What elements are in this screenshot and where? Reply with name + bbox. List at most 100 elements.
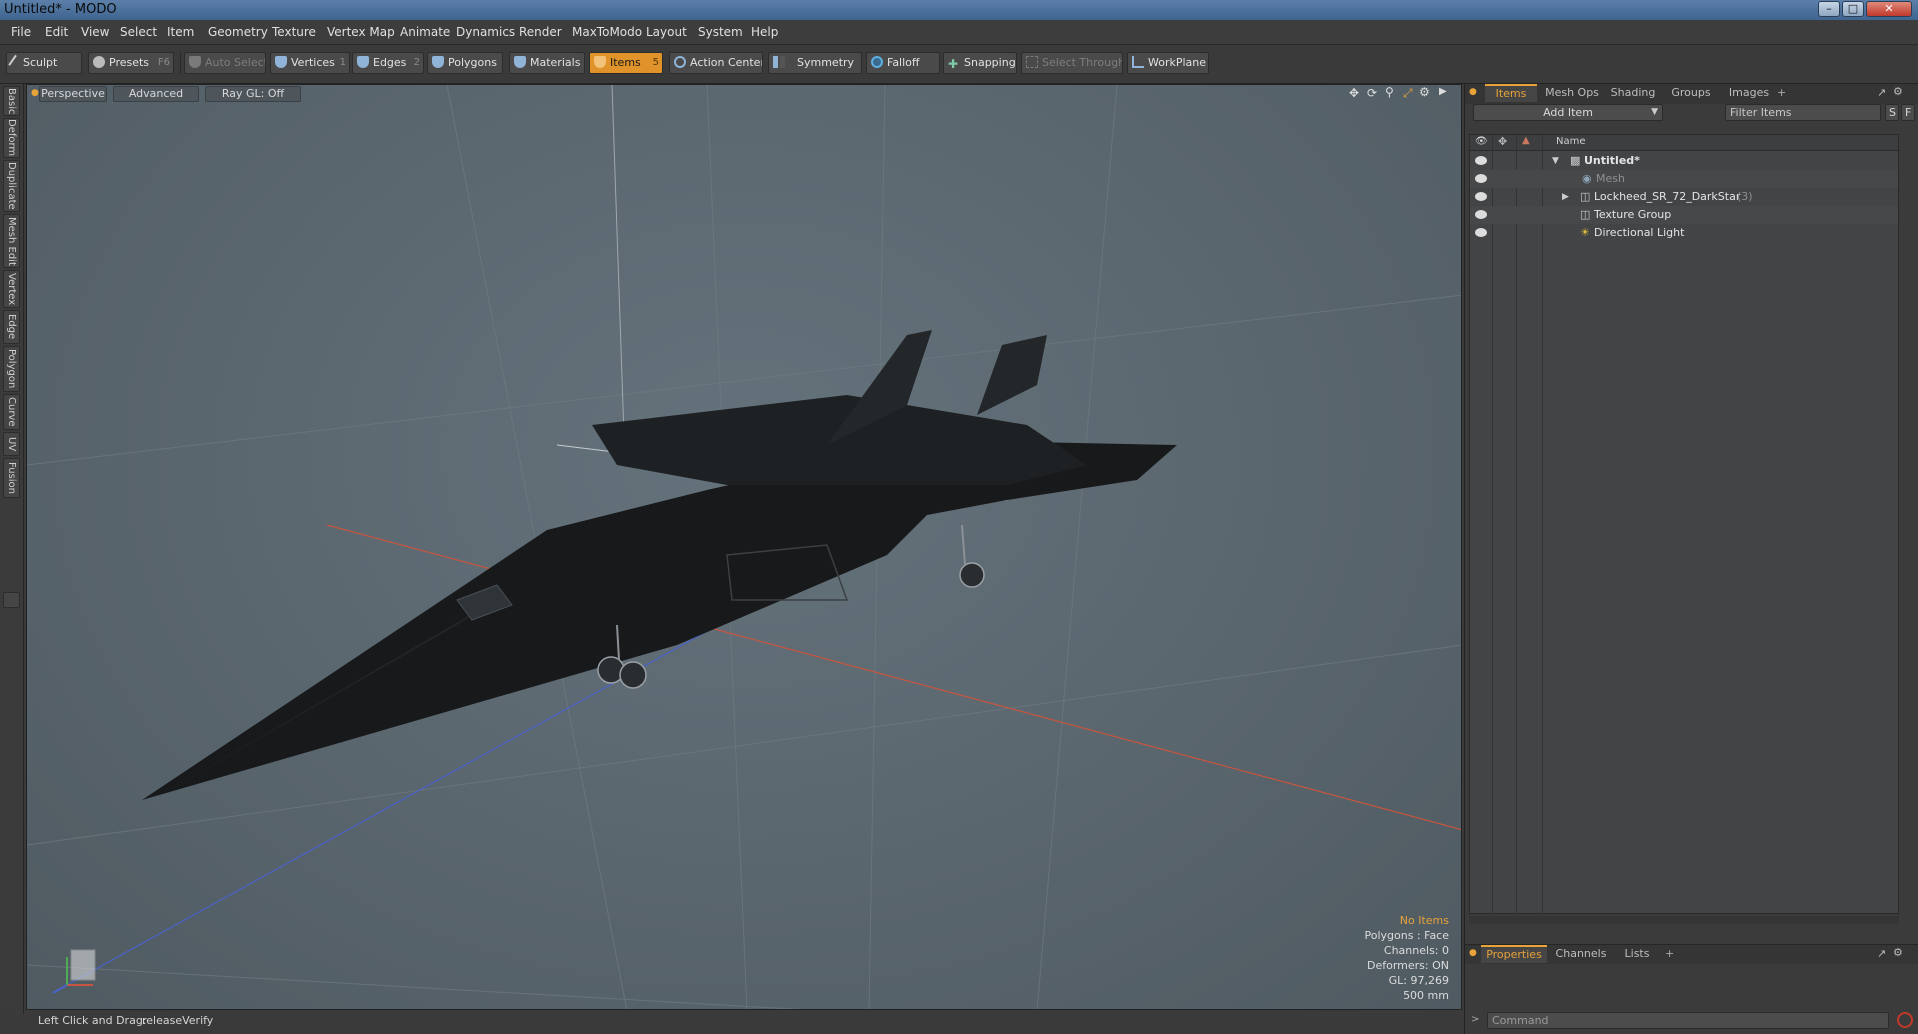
panel-gear-icon[interactable]: ⚙ <box>1893 946 1903 959</box>
f-toggle-button[interactable]: F <box>1901 104 1915 121</box>
popout-icon[interactable]: ↗ <box>1877 947 1886 960</box>
3d-viewport[interactable]: ● Perspective Advanced Ray GL: Off ✥ ⟳ ⚲… <box>26 84 1462 1010</box>
properties-menu-icon[interactable]: ● <box>1469 948 1477 958</box>
pan-icon[interactable]: ✥ <box>1349 86 1359 100</box>
tab-mesh-edit[interactable]: Mesh Edit <box>3 214 20 268</box>
add-tab-icon[interactable]: + <box>1665 947 1674 960</box>
select-through-button[interactable]: Select Through <box>1021 52 1123 74</box>
menu-layout[interactable]: Layout <box>646 25 687 39</box>
menu-file[interactable]: File <box>11 25 31 39</box>
tree-row-locator[interactable]: ▶ ◫ Lockheed_SR_72_DarkStar (3) <box>1470 188 1898 206</box>
tab-deform[interactable]: Deform <box>3 118 20 158</box>
zoom-icon[interactable]: ⚲ <box>1385 85 1394 99</box>
filter-items-input[interactable]: Filter Items <box>1725 104 1881 121</box>
menu-select[interactable]: Select <box>120 25 157 39</box>
edges-button[interactable]: Edges 2 <box>352 52 424 74</box>
panel-gear-icon[interactable]: ⚙ <box>1893 85 1903 98</box>
popout-icon[interactable]: ↗ <box>1877 86 1886 99</box>
add-item-dropdown[interactable]: Add Item ▼ <box>1473 104 1663 121</box>
presets-button[interactable]: Presets F6 <box>88 52 174 74</box>
gear-icon[interactable]: ⚙ <box>1419 85 1430 99</box>
tab-uv[interactable]: UV <box>3 432 20 456</box>
menu-geometry[interactable]: Geometry <box>208 25 268 39</box>
rotate-icon[interactable]: ⟳ <box>1367 86 1377 100</box>
tab-duplicate[interactable]: Duplicate <box>3 160 20 212</box>
list-scrollbar[interactable] <box>1469 916 1899 924</box>
tab-fusion[interactable]: Fusion <box>3 458 20 498</box>
falloff-button[interactable]: Falloff <box>866 52 940 74</box>
light-label: Directional Light <box>1594 226 1685 239</box>
workplane-button[interactable]: WorkPlane <box>1127 52 1209 74</box>
tab-curve[interactable]: Curve <box>3 394 20 430</box>
fit-icon[interactable]: ⤢ <box>1403 86 1413 101</box>
record-icon[interactable] <box>1897 1012 1913 1028</box>
tab-vertex[interactable]: Vertex <box>3 270 20 308</box>
symmetry-button[interactable]: Symmetry <box>768 52 862 74</box>
menu-help[interactable]: Help <box>751 25 778 39</box>
tab-edge[interactable]: Edge <box>3 310 20 344</box>
menu-texture[interactable]: Texture <box>272 25 316 39</box>
menu-item[interactable]: Item <box>167 25 194 39</box>
raygl-toggle[interactable]: Ray GL: Off <box>205 86 301 102</box>
viewport-stats: No Items Polygons : Face Channels: 0 Def… <box>1364 913 1449 1003</box>
eye-icon[interactable] <box>1475 192 1487 201</box>
menu-maxtomodo[interactable]: MaxToModo <box>572 25 642 39</box>
symmetry-icon <box>773 56 785 68</box>
collapse-arrow-icon[interactable]: ▼ <box>1552 152 1559 170</box>
tab-channels[interactable]: Channels <box>1551 945 1611 963</box>
action-center-button[interactable]: Action Center <box>669 52 763 74</box>
tab-collapse[interactable] <box>3 592 20 608</box>
tab-images[interactable]: Images <box>1721 84 1777 102</box>
menu-vertex-map[interactable]: Vertex Map <box>327 25 395 39</box>
visibility-column-icon: 👁 <box>1475 136 1488 147</box>
close-button[interactable]: ✕ <box>1866 1 1912 17</box>
menu-animate[interactable]: Animate <box>400 25 450 39</box>
child-count: (3) <box>1737 190 1753 203</box>
shading-mode-dropdown[interactable]: Advanced <box>113 86 199 102</box>
sculpt-button[interactable]: Sculpt <box>6 52 82 74</box>
snapping-button[interactable]: ✚ Snapping <box>943 52 1017 74</box>
add-tab-icon[interactable]: + <box>1777 86 1786 99</box>
viewport-menu-icon[interactable]: ● <box>31 88 39 98</box>
eye-icon[interactable] <box>1475 210 1487 219</box>
minimize-button[interactable]: – <box>1818 1 1840 17</box>
eye-icon[interactable] <box>1475 228 1487 237</box>
tree-row-scene[interactable]: ▼ ▩ Untitled* <box>1470 152 1898 170</box>
eye-icon[interactable] <box>1475 174 1487 183</box>
aircraft-model[interactable] <box>142 330 1177 800</box>
maximize-button[interactable]: □ <box>1842 1 1864 17</box>
command-input[interactable]: Command <box>1487 1012 1889 1029</box>
tab-polygon[interactable]: Polygon <box>3 346 20 392</box>
tree-row-mesh[interactable]: ◉ Mesh <box>1470 170 1898 188</box>
tab-groups[interactable]: Groups <box>1663 84 1719 102</box>
edges-icon <box>357 56 369 68</box>
tab-mesh-ops[interactable]: Mesh Ops <box>1541 84 1603 102</box>
stats-channels: Channels: 0 <box>1383 944 1449 957</box>
menu-view[interactable]: View <box>81 25 109 39</box>
tab-basic[interactable]: Basic <box>3 86 20 116</box>
items-button[interactable]: Items 5 <box>589 52 663 74</box>
eye-icon[interactable] <box>1475 156 1487 165</box>
panel-menu-icon[interactable]: ● <box>1469 87 1477 97</box>
column-divider <box>1492 135 1493 915</box>
materials-button[interactable]: Materials <box>509 52 585 74</box>
menu-dynamics[interactable]: Dynamics <box>456 25 515 39</box>
auto-select-button[interactable]: Auto Select <box>184 52 266 74</box>
tab-shading[interactable]: Shading <box>1605 84 1661 102</box>
texture-group-label: Texture Group <box>1594 208 1672 221</box>
menu-system[interactable]: System <box>698 25 743 39</box>
menu-render[interactable]: Render <box>519 25 562 39</box>
tree-row-texture-group[interactable]: ◫ Texture Group <box>1470 206 1898 224</box>
menu-edit[interactable]: Edit <box>45 25 68 39</box>
expand-arrow-icon[interactable]: ▶ <box>1562 188 1569 206</box>
polygons-button[interactable]: Polygons <box>427 52 503 74</box>
tab-items[interactable]: Items <box>1485 84 1537 102</box>
tree-row-light[interactable]: ☀ Directional Light <box>1470 224 1898 242</box>
tab-lists[interactable]: Lists <box>1615 945 1659 963</box>
view-type-dropdown[interactable]: Perspective <box>39 86 107 102</box>
mesh-icon: ◉ <box>1582 172 1592 185</box>
vertices-button[interactable]: Vertices 1 <box>270 52 350 74</box>
s-toggle-button[interactable]: S <box>1885 104 1899 121</box>
tab-properties[interactable]: Properties <box>1481 945 1547 963</box>
expand-arrow-icon[interactable]: ▶ <box>1439 86 1447 97</box>
